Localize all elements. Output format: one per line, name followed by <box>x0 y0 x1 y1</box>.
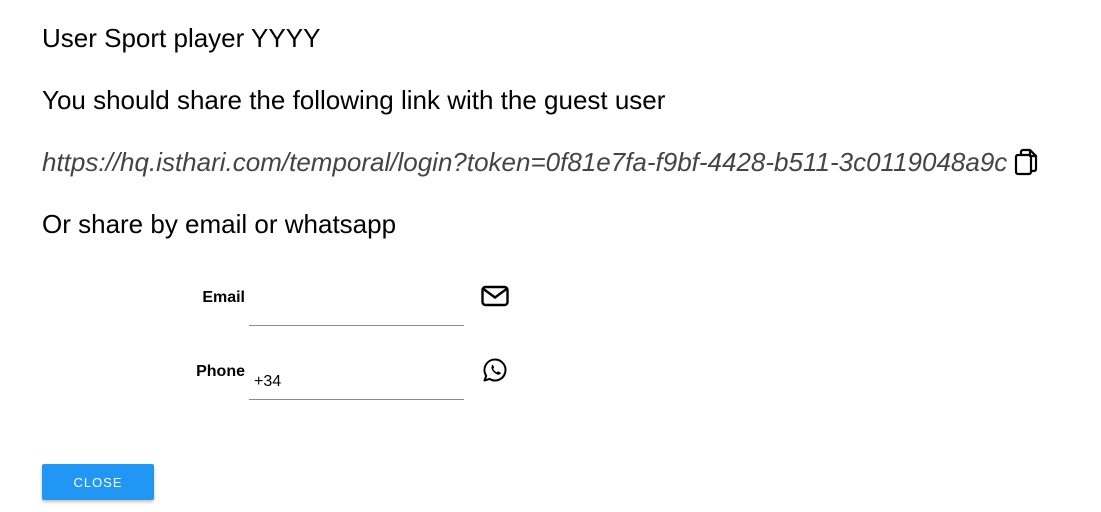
email-label: Email <box>202 289 245 306</box>
email-field[interactable] <box>249 276 464 326</box>
share-instruction: You should share the following link with… <box>42 85 666 115</box>
copy-icon[interactable] <box>1013 147 1039 177</box>
envelope-icon[interactable] <box>480 281 510 311</box>
alt-share-heading: Or share by email or whatsapp <box>42 209 397 239</box>
phone-row: Phone <box>150 350 510 400</box>
phone-field[interactable] <box>249 350 464 400</box>
share-link[interactable]: https://hq.isthari.com/temporal/login?to… <box>42 144 1007 180</box>
whatsapp-icon[interactable] <box>480 355 510 385</box>
close-button[interactable]: CLOSE <box>42 464 154 500</box>
email-row: Email <box>150 276 510 326</box>
phone-label: Phone <box>196 363 245 380</box>
dialog-title: User Sport player YYYY <box>42 23 321 53</box>
share-dialog: User Sport player YYYY You should share … <box>0 0 1101 512</box>
share-link-row: https://hq.isthari.com/temporal/login?to… <box>42 144 1039 180</box>
